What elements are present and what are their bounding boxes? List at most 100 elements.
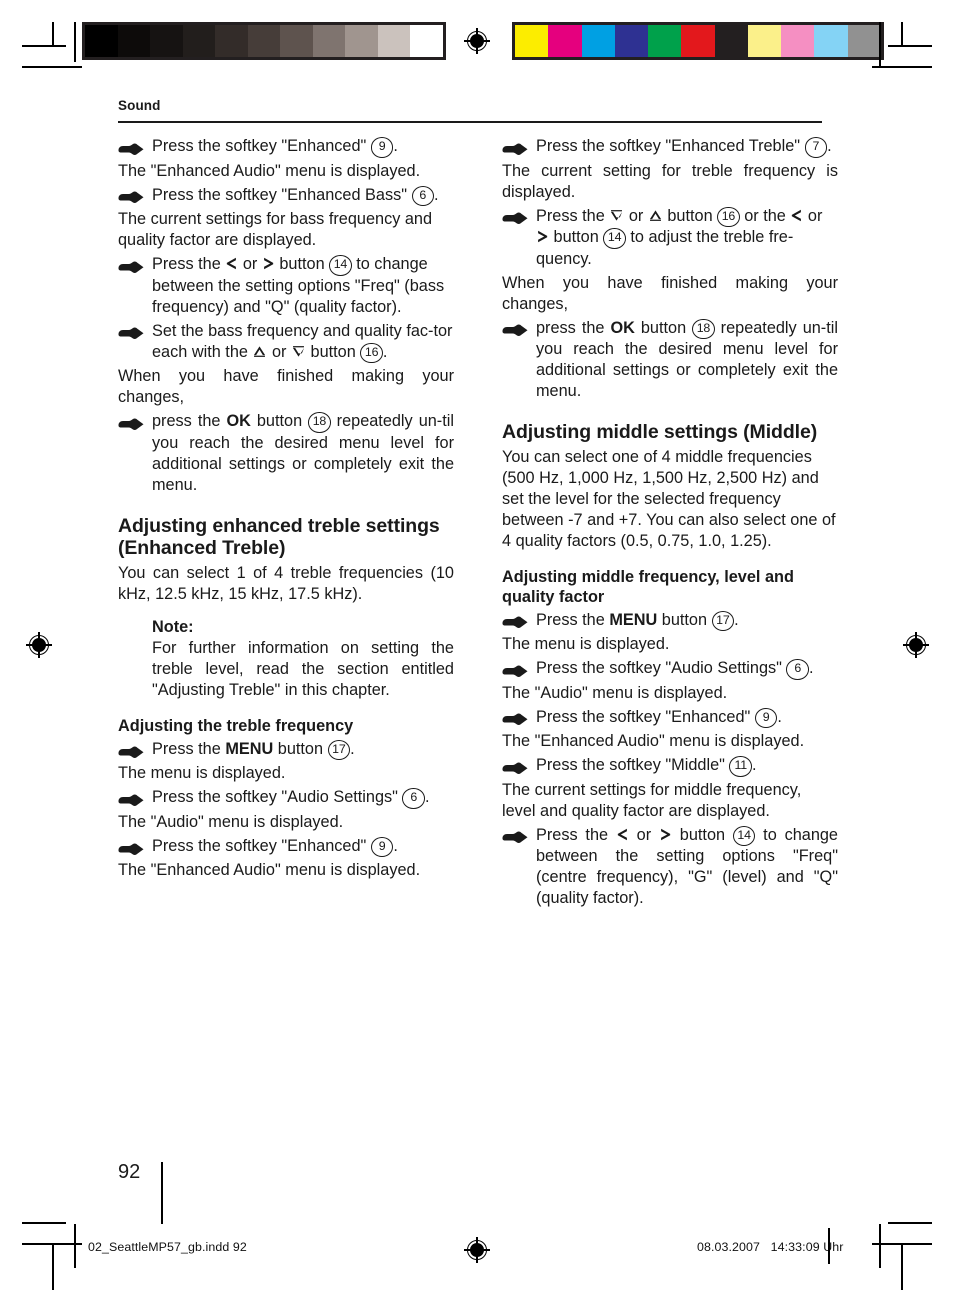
key-number-badge: 16 xyxy=(360,342,383,364)
right-arrow-icon xyxy=(537,230,548,243)
up-arrow-icon xyxy=(649,209,662,222)
pointing-hand-icon xyxy=(502,616,528,629)
text-run: . xyxy=(734,610,739,629)
text-run: When you have finished making your chang… xyxy=(502,273,838,313)
text-run: or the xyxy=(739,206,791,225)
text-run: . xyxy=(350,739,355,758)
key-number-badge: 18 xyxy=(308,412,331,433)
text-run: You can select one of 4 middle frequenci… xyxy=(502,447,836,550)
instruction-step: Press the softkey "Enhanced" 9. xyxy=(118,836,454,858)
pointing-hand-icon xyxy=(118,746,144,759)
key-number-badge: 17 xyxy=(327,739,351,761)
text-run: . xyxy=(382,342,388,361)
key-number-badge: 7 xyxy=(804,137,828,158)
body-paragraph: The current setting for treble frequency… xyxy=(502,161,838,203)
instruction-step: Press the softkey "Audio Settings" 6. xyxy=(502,658,838,680)
text-run: The menu is displayed. xyxy=(502,635,670,654)
text-run: or xyxy=(238,255,262,274)
body-paragraph: The current settings for bass frequency … xyxy=(118,209,454,251)
text-run: or xyxy=(624,206,648,225)
text-run: Press the xyxy=(536,825,616,844)
note-callout: Note: For further information on setting … xyxy=(118,618,454,701)
pointing-hand-icon xyxy=(502,324,528,337)
body-paragraph: The "Enhanced Audio" menu is displayed. xyxy=(118,860,454,881)
imprint-date: 08.03.2007 xyxy=(697,1240,761,1254)
text-run: . xyxy=(424,788,430,807)
pointing-hand-icon xyxy=(118,191,144,204)
instruction-step: press the OK button 18 repeatedly un-til… xyxy=(502,318,838,403)
instruction-step: Press the or button 16 or the or button … xyxy=(502,206,838,270)
text-run: Press the softkey "Enhanced" xyxy=(152,137,371,155)
pointing-hand-icon xyxy=(118,418,144,431)
section-heading: Adjusting middle settings (Middle) xyxy=(502,421,818,444)
text-run: Press the softkey "Enhanced Treble" xyxy=(536,137,805,155)
button-name-label: OK xyxy=(226,412,251,431)
text-run: button xyxy=(306,342,361,361)
instruction-step: Press the softkey "Enhanced" 9. xyxy=(118,136,454,158)
instruction-step: Press the softkey "Enhanced" 9. xyxy=(502,707,838,729)
page-number: 92 xyxy=(118,1161,141,1183)
key-number-badge: 11 xyxy=(729,756,752,777)
text-run: The current settings for middle frequenc… xyxy=(502,780,802,820)
button-name-label: OK xyxy=(610,318,635,337)
key-number-badge: 14 xyxy=(732,825,756,847)
instruction-step: Press the or button 14 to change between… xyxy=(118,254,454,318)
text-run: button xyxy=(549,228,604,247)
key-number-badge: 14 xyxy=(329,255,352,276)
body-paragraph: When you have finished making your chang… xyxy=(502,273,838,315)
instruction-step: Press the or button 14 to change between… xyxy=(502,825,838,910)
body-paragraph: The "Enhanced Audio" menu is displayed. xyxy=(502,731,838,752)
text-run: button xyxy=(634,318,693,337)
text-run: The current settings for bass frequency … xyxy=(118,210,433,250)
down-arrow-icon xyxy=(292,345,305,358)
text-run: The "Enhanced Audio" menu is displayed. xyxy=(502,732,805,751)
text-run: or xyxy=(267,342,291,361)
pointing-hand-icon xyxy=(118,143,144,156)
body-paragraph: The "Enhanced Audio" menu is displayed. xyxy=(118,161,454,182)
key-number-badge: 14 xyxy=(603,228,626,249)
text-run: Press the softkey "Audio Settings" xyxy=(152,788,403,807)
text-run: . xyxy=(808,659,814,678)
button-name-label: MENU xyxy=(225,739,274,758)
body-paragraph: When you have finished making your chang… xyxy=(118,366,454,408)
page-number-divider xyxy=(161,1162,163,1224)
text-run: The "Audio" menu is displayed. xyxy=(118,812,344,831)
text-run: The "Enhanced Audio" menu is displayed. xyxy=(118,861,421,880)
body-paragraph: You can select 1 of 4 treble frequencies… xyxy=(118,563,454,605)
text-run: The "Audio" menu is displayed. xyxy=(502,683,728,702)
text-run: press the xyxy=(152,412,227,431)
text-run: button xyxy=(671,825,733,844)
instruction-step: press the OK button 18 repeatedly un-til… xyxy=(118,411,454,496)
key-number-badge: 16 xyxy=(717,206,740,228)
pointing-hand-icon xyxy=(118,261,144,274)
imprint-timestamp: 08.03.2007 14:33:09 Uhr xyxy=(697,1240,844,1254)
text-run: . xyxy=(393,137,398,155)
text-run: press the xyxy=(536,318,611,337)
pointing-hand-icon xyxy=(502,831,528,844)
text-run: . xyxy=(434,185,439,204)
instruction-step: Press the MENU button 17. xyxy=(118,739,454,761)
body-paragraph: The menu is displayed. xyxy=(118,763,454,784)
down-arrow-icon xyxy=(610,209,623,222)
pointing-hand-icon xyxy=(502,665,528,678)
body-paragraph: The "Audio" menu is displayed. xyxy=(118,812,454,833)
body-paragraph: The current settings for middle frequenc… xyxy=(502,780,838,822)
text-run: Press the softkey "Enhanced" xyxy=(536,707,755,726)
button-name-label: MENU xyxy=(609,610,658,629)
text-run: The current setting for treble frequency… xyxy=(502,161,838,201)
body-paragraph: You can select one of 4 middle frequenci… xyxy=(502,447,838,552)
text-run: The "Enhanced Audio" menu is displayed. xyxy=(118,161,421,180)
instruction-step: Press the softkey "Middle" 11. xyxy=(502,755,838,777)
text-run: The menu is displayed. xyxy=(118,764,286,783)
instruction-step: Press the softkey "Enhanced Treble" 7. xyxy=(502,136,838,158)
key-number-badge: 17 xyxy=(711,610,735,632)
pointing-hand-icon xyxy=(118,794,144,807)
text-run: Press the softkey "Middle" xyxy=(536,756,730,775)
text-run: When you have finished making your chang… xyxy=(118,367,454,407)
pointing-hand-icon xyxy=(502,143,528,156)
up-arrow-icon xyxy=(253,345,266,358)
body-paragraph: The "Audio" menu is displayed. xyxy=(502,683,838,704)
text-run: button xyxy=(662,206,718,225)
key-number-badge: 9 xyxy=(370,836,394,858)
two-column-body: Press the softkey "Enhanced" 9. The "Enha… xyxy=(118,136,838,912)
